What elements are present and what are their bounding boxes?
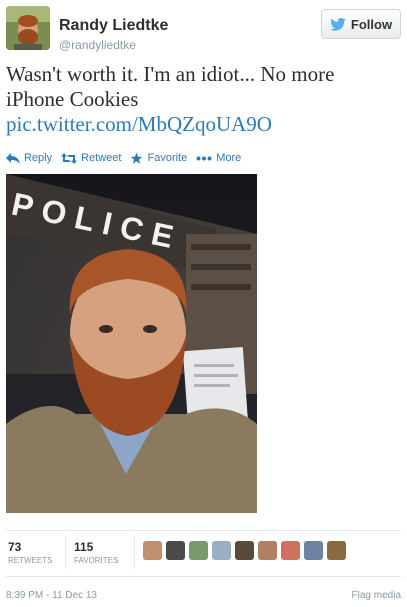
- star-icon: [131, 152, 143, 164]
- favorites-count: 115: [74, 540, 94, 554]
- stats-separator: [134, 535, 135, 569]
- favoriter-avatars: [143, 541, 350, 560]
- favoriter-avatar[interactable]: [304, 541, 323, 560]
- favorites-stat[interactable]: 115 FAVORITES: [74, 540, 118, 565]
- stats-separator: [65, 535, 66, 569]
- retweet-icon: [61, 152, 78, 164]
- tweet-photo[interactable]: POLICE: [6, 174, 257, 513]
- favorite-action[interactable]: Favorite: [130, 152, 187, 165]
- favorites-label: FAVORITES: [74, 556, 119, 565]
- tweet-body: Wasn't worth it. I'm an idiot... No more…: [6, 62, 396, 137]
- more-dots-icon: [196, 156, 212, 160]
- tweet-media-link[interactable]: pic.twitter.com/MbQZqoUA9O: [6, 112, 396, 137]
- reply-action[interactable]: Reply: [6, 152, 52, 164]
- more-label: More: [216, 152, 242, 164]
- user-name[interactable]: Randy Liedtke: [59, 17, 168, 35]
- retweet-action[interactable]: Retweet: [61, 152, 121, 164]
- favoriter-avatar[interactable]: [189, 541, 208, 560]
- follow-label: Follow: [350, 16, 393, 32]
- favoriter-avatar[interactable]: [327, 541, 346, 560]
- retweets-count: 73: [8, 540, 22, 554]
- more-action[interactable]: More: [196, 152, 241, 164]
- twitter-bird-icon: [330, 17, 346, 31]
- retweet-label: Retweet: [81, 152, 122, 164]
- tweet-actions: Reply Retweet Favorite More: [6, 149, 250, 167]
- divider-bottom: [6, 576, 401, 577]
- tweet-stats: 73 RETWEETS 115 FAVORITES: [6, 531, 401, 575]
- user-handle[interactable]: @randyliedtke: [59, 38, 136, 52]
- favoriter-avatar[interactable]: [281, 541, 300, 560]
- reply-label: Reply: [24, 152, 53, 164]
- tweet-header: Randy Liedtke @randyliedtke Follow: [6, 6, 401, 54]
- favoriter-avatar[interactable]: [258, 541, 277, 560]
- avatar[interactable]: [6, 6, 50, 50]
- tweet-timestamp[interactable]: 8:39 PM - 11 Dec 13: [6, 590, 97, 601]
- tweet-footer: 8:39 PM - 11 Dec 13 Flag media: [6, 590, 401, 601]
- flag-media-link[interactable]: Flag media: [352, 590, 401, 601]
- favorite-label: Favorite: [147, 152, 188, 164]
- retweets-stat[interactable]: 73 RETWEETS: [8, 540, 52, 565]
- favoriter-avatar[interactable]: [166, 541, 185, 560]
- favoriter-avatar[interactable]: [235, 541, 254, 560]
- reply-icon: [6, 152, 20, 164]
- retweets-label: RETWEETS: [8, 556, 53, 565]
- tweet-text: Wasn't worth it. I'm an idiot... No more…: [6, 62, 335, 111]
- favoriter-avatar[interactable]: [143, 541, 162, 560]
- favoriter-avatar[interactable]: [212, 541, 231, 560]
- follow-button[interactable]: Follow: [321, 9, 401, 39]
